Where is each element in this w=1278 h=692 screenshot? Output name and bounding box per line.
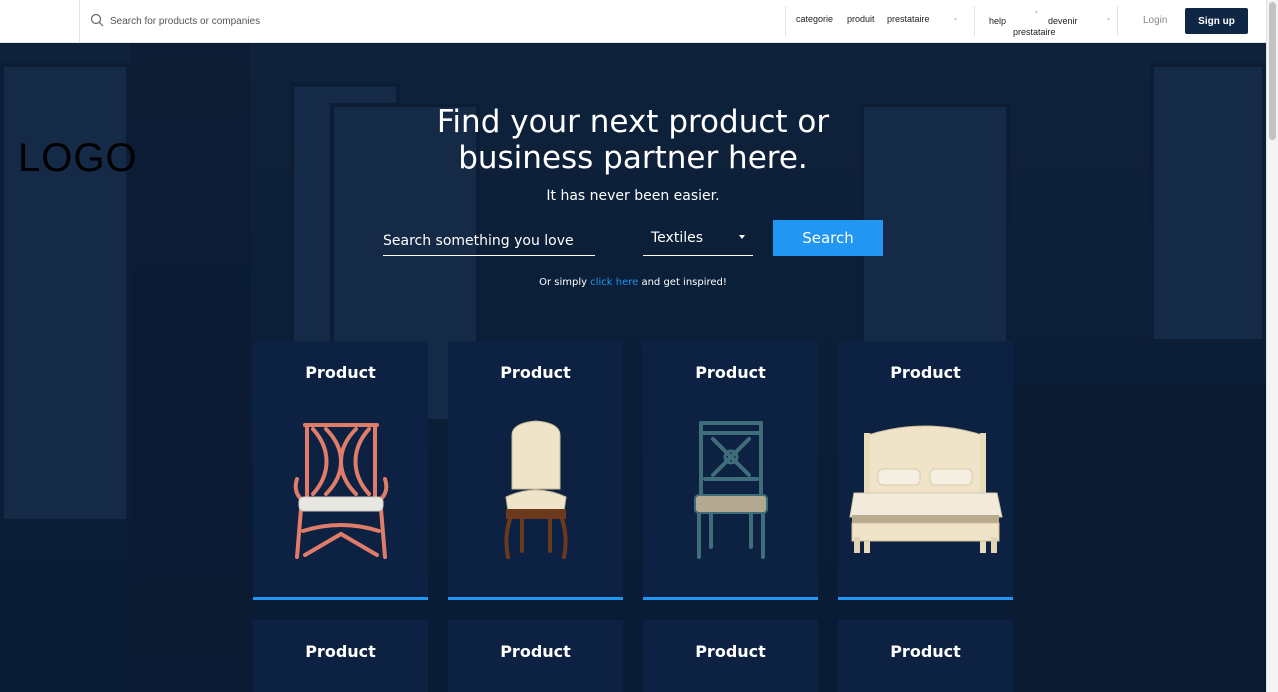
nav-prestataire-link[interactable]: prestataire [887,14,930,24]
product-card-title: Product [500,642,571,661]
hero-search-input[interactable] [383,226,595,256]
nav-devenir-prestataire-link[interactable]: prestataire [1013,27,1056,37]
nav-devenir-link[interactable]: devenir [1048,16,1078,26]
product-card-accent-bar [643,597,818,600]
product-card[interactable]: Product [838,341,1013,600]
inspire-link[interactable]: click here [590,277,638,288]
search-icon[interactable] [90,13,104,27]
category-select[interactable]: Textiles [643,226,753,256]
product-card[interactable]: Product [838,620,1013,692]
product-card-accent-bar [838,597,1013,600]
nav-divider [974,6,975,36]
scrollbar-thumb[interactable] [1269,2,1276,140]
product-card-accent-bar [253,597,428,600]
product-card-title: Product [305,642,376,661]
nav-produit-link[interactable]: produit [847,14,875,24]
product-card[interactable]: Product [448,620,623,692]
hero-subline: It has never been easier. [546,188,720,204]
nav-divider [1117,6,1118,36]
signup-button[interactable]: Sign up [1185,8,1248,34]
nav-dropdown-icon[interactable]: ▾ [1107,17,1112,23]
product-card-title: Product [500,363,571,382]
top-search-input[interactable] [110,12,410,30]
inspire-prefix: Or simply [539,277,591,288]
navbar-left-strip [0,0,80,43]
caret-down-icon [739,235,745,239]
product-card-title: Product [890,642,961,661]
top-navbar: categorie produit prestataire ▾ help ▾ d… [0,0,1278,43]
inspire-suffix: and get inspired! [638,277,727,288]
logo[interactable]: LOGO [18,136,138,181]
product-card-title: Product [890,363,961,382]
hero-headline-line2: business partner here. [458,140,808,176]
upholstered-side-chair-image [504,420,568,559]
hero-headline: Find your next product or business partn… [383,104,883,176]
hero-search-button[interactable]: Search [773,220,883,256]
nav-help-link[interactable]: help [989,16,1006,26]
product-card[interactable]: Product [643,341,818,600]
product-card[interactable]: Product [643,620,818,692]
nav-divider [785,6,786,36]
product-card[interactable]: Product [253,620,428,692]
product-card-title: Product [695,642,766,661]
coral-armchair-image [293,423,389,559]
product-card-title: Product [695,363,766,382]
teal-dining-chair-image [694,421,768,559]
nav-dropdown-icon[interactable]: ▾ [1035,10,1040,16]
hero-headline-line1: Find your next product or [436,104,830,140]
product-card-accent-bar [448,597,623,600]
product-card-title: Product [305,363,376,382]
inspire-text: Or simply click here and get inspired! [383,277,883,288]
nav-categorie-link[interactable]: categorie [796,14,833,24]
product-card[interactable]: Product [253,341,428,600]
product-card[interactable]: Product [448,341,623,600]
login-link[interactable]: Login [1143,15,1167,26]
nav-dropdown-icon[interactable]: ▾ [954,17,959,23]
cream-bed-image [849,425,1003,553]
category-select-value: Textiles [651,230,704,246]
